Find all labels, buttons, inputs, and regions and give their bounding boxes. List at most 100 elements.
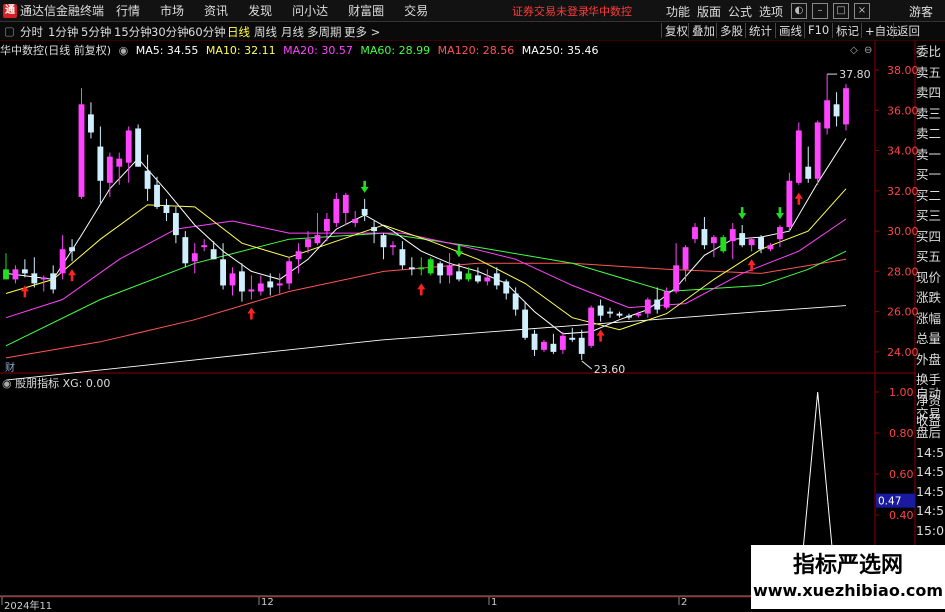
maximize-icon[interactable]: □ bbox=[833, 3, 849, 19]
tool-multi-stock[interactable]: 多股 bbox=[716, 23, 746, 38]
minimize-icon[interactable]: – bbox=[812, 3, 828, 19]
period-5min[interactable]: 5分钟 bbox=[81, 24, 111, 40]
skin-icon[interactable]: ◐ bbox=[791, 3, 807, 19]
indicator-tick-label: 0.80 bbox=[889, 427, 914, 440]
period-toggle-icon[interactable]: ▢ bbox=[4, 24, 15, 38]
candle-body bbox=[144, 170, 151, 189]
candle-body bbox=[380, 235, 387, 248]
trade-login-warning[interactable]: 证券交易未登录 bbox=[512, 3, 589, 19]
menu-item-market[interactable]: 市场 bbox=[160, 2, 184, 19]
candle-body bbox=[210, 249, 217, 260]
candle-body bbox=[116, 158, 123, 167]
indicator-tick-label: 1.00 bbox=[889, 386, 914, 399]
period-60min[interactable]: 60分钟 bbox=[188, 24, 226, 40]
period-15min[interactable]: 15分钟 bbox=[114, 24, 152, 40]
candle-body bbox=[597, 305, 604, 316]
price-chart[interactable]: 38.00 36.00 34.00 32.00 30.00 28.00 26.00 24.00… bbox=[0, 0, 945, 609]
tool-mark[interactable]: 标记 bbox=[832, 23, 862, 38]
quote-field-price: 现价 bbox=[916, 269, 942, 285]
price-tick-label: 36.00 bbox=[887, 104, 919, 117]
candle-body bbox=[833, 104, 840, 117]
close-icon[interactable]: × bbox=[854, 3, 870, 19]
candle-body bbox=[172, 212, 179, 236]
period-bar: ▢ 分时 1分钟 5分钟 15分钟 30分钟 60分钟 日线 周线 月线 多周期… bbox=[0, 22, 945, 41]
candle-body bbox=[786, 180, 793, 228]
trade-panel: 自动 交易 盘后 14:56 14:56 14:56 14:57 15:00 1… bbox=[916, 384, 945, 560]
period-1min[interactable]: 1分钟 bbox=[48, 24, 78, 40]
legend-ma10: MA10: 32.11 bbox=[205, 44, 276, 57]
candle-body bbox=[286, 261, 293, 284]
menu-item-quotes[interactable]: 行情 bbox=[116, 2, 140, 19]
period-multi[interactable]: 多周期 bbox=[307, 24, 342, 40]
candle-body bbox=[201, 245, 208, 248]
tool-overlay[interactable]: 叠加 bbox=[688, 23, 718, 38]
candle-body bbox=[323, 219, 330, 232]
ma-legend: 华中数控(日线 前复权) ◉ MA5: 34.55 MA10: 32.11 MA… bbox=[0, 42, 603, 57]
period-30min[interactable]: 30分钟 bbox=[151, 24, 189, 40]
menu-item-wealth-circle[interactable]: 财富圈 bbox=[348, 2, 384, 19]
candle-body bbox=[257, 283, 264, 292]
period-daily[interactable]: 日线 bbox=[227, 24, 250, 40]
current-stock-name: 华中数控 bbox=[588, 5, 632, 18]
app-logo-icon: 通 bbox=[3, 3, 17, 18]
ma60-line bbox=[5, 232, 847, 347]
tool-back[interactable]: 返回 bbox=[893, 23, 923, 38]
quote-panel: 委比 卖五 卖四 卖三 卖二 卖一 买一 买二 买三 买四 买五 现价 涨跌 涨… bbox=[916, 42, 945, 428]
menu-item-news[interactable]: 资讯 bbox=[204, 2, 228, 19]
ma250-line bbox=[5, 305, 847, 381]
trade-time: 14:57 bbox=[916, 503, 945, 518]
quote-field-bid5: 买五 bbox=[916, 249, 942, 264]
sell-arrow-icon bbox=[775, 207, 784, 220]
menu-item-trade[interactable]: 交易 bbox=[404, 2, 428, 19]
candle-body bbox=[21, 269, 28, 274]
candle-body bbox=[154, 184, 160, 207]
price-tick-label: 32.00 bbox=[887, 185, 919, 198]
tool-f10[interactable]: F10 bbox=[804, 23, 832, 38]
trade-field-trade[interactable]: 交易 bbox=[916, 404, 945, 424]
guest-login[interactable]: 游客 bbox=[909, 3, 933, 20]
candle-body bbox=[673, 265, 680, 292]
menu-item-ask[interactable]: 问小达 bbox=[292, 2, 328, 19]
tool-draw-line[interactable]: 画线 bbox=[775, 23, 805, 38]
tool-statistics[interactable]: 统计 bbox=[745, 23, 775, 38]
candle-body bbox=[541, 341, 547, 350]
period-monthly[interactable]: 月线 bbox=[281, 24, 304, 40]
menu-function[interactable]: 功能 bbox=[666, 3, 690, 20]
ma10-line bbox=[5, 188, 847, 331]
period-more[interactable]: 更多 > bbox=[344, 24, 380, 40]
price-tick-label: 26.00 bbox=[887, 306, 919, 319]
quote-field-ask3: 卖三 bbox=[916, 105, 942, 121]
candle-body bbox=[795, 130, 802, 183]
buy-arrow-icon bbox=[747, 259, 756, 272]
quote-field-ask4: 卖四 bbox=[916, 85, 942, 100]
low-marker-line bbox=[581, 360, 593, 370]
candle-body bbox=[814, 122, 821, 179]
quote-field-bid3: 买三 bbox=[916, 208, 942, 223]
candle-body bbox=[295, 251, 302, 260]
candle-body bbox=[418, 267, 425, 270]
x-axis-label: 2 bbox=[681, 597, 688, 608]
candle-body bbox=[248, 289, 255, 292]
period-weekly[interactable]: 周线 bbox=[254, 24, 277, 40]
menu-formula[interactable]: 公式 bbox=[728, 3, 752, 20]
trade-field-after-hours[interactable]: 盘后 bbox=[916, 423, 945, 443]
trade-field-auto[interactable]: 自动 bbox=[916, 384, 945, 404]
high-price-label: 37.80 bbox=[839, 68, 871, 81]
x-axis-label: 12 bbox=[261, 597, 274, 608]
candle-body bbox=[276, 283, 283, 286]
tool-restore-rights[interactable]: 复权 bbox=[661, 23, 691, 38]
indicator-settings-icon[interactable]: ◉ bbox=[2, 377, 15, 390]
menu-layout[interactable]: 版面 bbox=[697, 3, 721, 20]
candle-body bbox=[31, 273, 38, 284]
legend-settings-icon[interactable]: ◉ bbox=[119, 44, 129, 57]
zoom-icon: ⊖ bbox=[864, 45, 872, 56]
menu-options[interactable]: 选项 bbox=[759, 3, 783, 20]
ma120-line bbox=[5, 258, 847, 359]
candle-body bbox=[229, 273, 236, 286]
wealth-marker[interactable]: 财 bbox=[5, 359, 15, 374]
menu-item-discover[interactable]: 发现 bbox=[248, 2, 272, 19]
indicator-legend[interactable]: ◉ 股朋指标 XG: 0.00 bbox=[2, 375, 110, 391]
diamond-icon: ◇ bbox=[850, 45, 858, 56]
period-intraday[interactable]: 分时 bbox=[20, 24, 43, 40]
x-axis-label: 1 bbox=[491, 597, 498, 608]
